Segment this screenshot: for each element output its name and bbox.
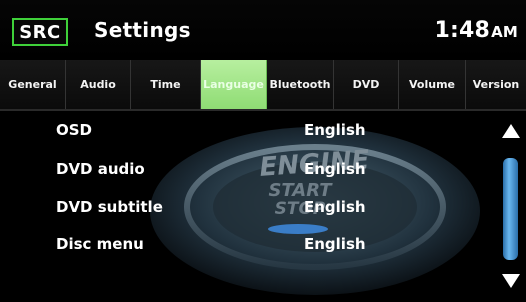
setting-label: OSD <box>56 121 93 139</box>
tab-language[interactable]: Language <box>201 60 267 109</box>
tab-volume[interactable]: Volume <box>399 60 466 109</box>
header-bar: SRC Settings 1:48AM <box>0 0 526 60</box>
setting-value[interactable]: English <box>304 160 366 178</box>
setting-row-dvd-subtitle[interactable]: DVD subtitle English <box>0 189 492 227</box>
clock: 1:48AM <box>435 18 518 43</box>
tab-bluetooth[interactable]: Bluetooth <box>267 60 334 109</box>
triangle-down-icon <box>501 274 520 288</box>
source-button[interactable]: SRC <box>12 18 68 46</box>
setting-value[interactable]: English <box>304 121 366 139</box>
setting-row-osd[interactable]: OSD English <box>0 112 492 150</box>
scroll-down-button[interactable] <box>495 267 526 295</box>
clock-period: AM <box>491 23 518 41</box>
setting-row-disc-menu[interactable]: Disc menu English <box>0 226 492 264</box>
scrollbar-thumb[interactable] <box>503 158 518 260</box>
setting-value[interactable]: English <box>304 198 366 216</box>
setting-label: DVD audio <box>56 160 145 178</box>
settings-tabs: General Audio Time Language Bluetooth DV… <box>0 60 526 111</box>
scrollbar[interactable] <box>495 111 526 302</box>
triangle-up-icon <box>501 124 520 138</box>
tab-audio[interactable]: Audio <box>66 60 131 109</box>
tab-time[interactable]: Time <box>131 60 201 109</box>
scroll-up-button[interactable] <box>495 117 526 145</box>
page-title: Settings <box>94 18 191 42</box>
tab-version[interactable]: Version <box>466 60 526 109</box>
clock-time: 1:48 <box>434 18 491 43</box>
settings-content: ENGINE START STOP OSD English DVD audio … <box>0 111 526 302</box>
setting-label: Disc menu <box>56 235 144 253</box>
setting-label: DVD subtitle <box>56 198 163 216</box>
tab-dvd[interactable]: DVD <box>334 60 399 109</box>
tab-general[interactable]: General <box>0 60 66 109</box>
setting-value[interactable]: English <box>304 235 366 253</box>
setting-row-dvd-audio[interactable]: DVD audio English <box>0 151 492 189</box>
